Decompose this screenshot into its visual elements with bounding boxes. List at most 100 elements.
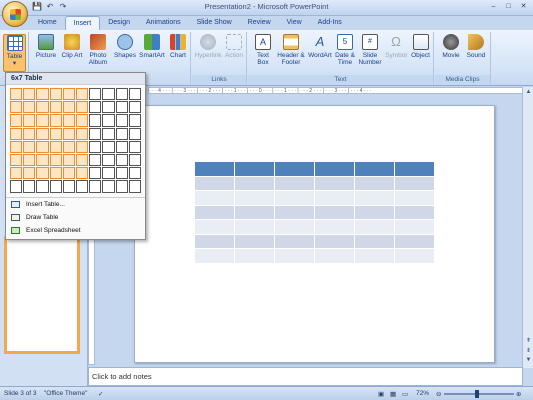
table-grid-cell[interactable]	[89, 167, 102, 180]
zoom-out-icon[interactable]: ⊖	[436, 390, 441, 398]
table-grid-cell[interactable]	[115, 153, 128, 167]
table-grid-cell[interactable]	[10, 88, 23, 101]
table-grid-cell[interactable]	[23, 127, 36, 140]
slide-thumbnail[interactable]	[4, 236, 80, 354]
table-grid-cell[interactable]	[102, 140, 115, 153]
table-grid-cell[interactable]	[10, 114, 23, 127]
table-grid-cell[interactable]	[89, 101, 102, 114]
table-grid-cell[interactable]	[89, 88, 102, 101]
notes-pane[interactable]: Click to add notes	[88, 367, 523, 386]
table-grid-cell[interactable]	[102, 167, 115, 180]
sound-button[interactable]: Sound	[464, 34, 488, 59]
zoom-slider[interactable]	[444, 393, 514, 395]
table-grid-cell[interactable]	[62, 114, 75, 127]
table-grid-cell[interactable]	[23, 114, 36, 127]
table-grid-cell[interactable]	[36, 180, 49, 193]
movie-button[interactable]: Movie	[439, 34, 463, 59]
tab-animations[interactable]: Animations	[138, 16, 189, 30]
table-grid-cell[interactable]	[75, 180, 89, 193]
table-grid-cell[interactable]	[49, 180, 62, 193]
table-grid-cell[interactable]	[62, 88, 75, 101]
next-slide-icon[interactable]: ⇟	[524, 347, 533, 354]
close-button[interactable]: ✕	[517, 1, 530, 12]
table-grid-cell[interactable]	[49, 101, 62, 114]
table-grid-cell[interactable]	[10, 127, 23, 140]
slide-number-button[interactable]: # Slide Number	[357, 34, 383, 66]
table-grid-cell[interactable]	[115, 127, 128, 140]
table-grid-cell[interactable]	[49, 114, 62, 127]
chart-button[interactable]: Chart	[167, 34, 189, 59]
table-grid-cell[interactable]	[23, 180, 36, 193]
table-grid-cell[interactable]	[102, 88, 115, 101]
table-grid-cell[interactable]	[36, 167, 49, 180]
slide-sorter-icon[interactable]: ▦	[390, 390, 396, 398]
table-grid-cell[interactable]	[75, 114, 89, 127]
table-grid-cell[interactable]	[115, 167, 128, 180]
symbol-button[interactable]: Ω Symbol	[384, 34, 408, 59]
tab-review[interactable]: Review	[240, 16, 279, 30]
previous-slide-icon[interactable]: ⇞	[524, 337, 533, 344]
vertical-scrollbar[interactable]: ▲ ⇞ ⇟ ▼	[522, 87, 533, 368]
table-grid-cell[interactable]	[62, 127, 75, 140]
table-grid-cell[interactable]	[115, 114, 128, 127]
photo-album-button[interactable]: Photo Album	[85, 34, 111, 66]
table-grid-cell[interactable]	[10, 180, 23, 193]
table-grid-cell[interactable]	[10, 140, 23, 153]
table-grid-cell[interactable]	[75, 127, 89, 140]
table-grid-cell[interactable]	[10, 153, 23, 167]
picture-button[interactable]: Picture	[33, 34, 59, 59]
clip-art-button[interactable]: Clip Art	[61, 34, 83, 59]
table-grid-cell[interactable]	[36, 153, 49, 167]
slide-table[interactable]	[194, 161, 435, 264]
table-button[interactable]: Table ▾	[3, 34, 26, 72]
table-grid-cell[interactable]	[115, 140, 128, 153]
table-grid-cell[interactable]	[89, 153, 102, 167]
table-grid-cell[interactable]	[36, 88, 49, 101]
table-grid-cell[interactable]	[102, 180, 115, 193]
table-grid-cell[interactable]	[115, 88, 128, 101]
table-grid-cell[interactable]	[62, 153, 75, 167]
scroll-up-icon[interactable]: ▲	[524, 89, 533, 95]
table-grid-cell[interactable]	[23, 101, 36, 114]
table-grid-cell[interactable]	[23, 167, 36, 180]
tab-design[interactable]: Design	[100, 16, 138, 30]
slide-show-icon[interactable]: ▭	[402, 390, 408, 398]
table-grid-cell[interactable]	[89, 114, 102, 127]
table-grid-cell[interactable]	[75, 140, 89, 153]
table-grid-cell[interactable]	[75, 88, 89, 101]
table-grid-cell[interactable]	[36, 140, 49, 153]
table-grid-cell[interactable]	[75, 153, 89, 167]
maximize-button[interactable]: □	[502, 1, 515, 12]
table-grid-cell[interactable]	[49, 127, 62, 140]
table-grid-cell[interactable]	[128, 153, 141, 167]
tab-insert[interactable]: Insert	[64, 16, 101, 30]
office-button[interactable]	[2, 1, 28, 27]
shapes-button[interactable]: Shapes	[113, 34, 137, 59]
action-button[interactable]: Action	[223, 34, 245, 59]
zoom-in-icon[interactable]: ⊕	[516, 390, 521, 398]
table-grid-cell[interactable]	[49, 153, 62, 167]
table-grid-cell[interactable]	[102, 127, 115, 140]
table-grid-cell[interactable]	[89, 127, 102, 140]
table-grid-cell[interactable]	[128, 140, 141, 153]
spelling-icon[interactable]: ✓	[98, 390, 103, 398]
hyperlink-button[interactable]: Hyperlink	[194, 34, 222, 59]
table-grid-cell[interactable]	[128, 180, 141, 193]
table-grid-cell[interactable]	[115, 101, 128, 114]
table-grid-cell[interactable]	[36, 114, 49, 127]
table-grid-cell[interactable]	[115, 180, 128, 193]
wordart-button[interactable]: A WordArt	[307, 34, 333, 59]
smartart-button[interactable]: SmartArt	[138, 34, 166, 59]
table-grid-cell[interactable]	[75, 167, 89, 180]
header-footer-button[interactable]: Header & Footer	[276, 34, 306, 66]
table-grid-cell[interactable]	[89, 180, 102, 193]
table-grid-cell[interactable]	[62, 101, 75, 114]
table-grid-cell[interactable]	[10, 101, 23, 114]
tab-slide-show[interactable]: Slide Show	[189, 16, 240, 30]
table-grid-cell[interactable]	[128, 127, 141, 140]
tab-add-ins[interactable]: Add-Ins	[310, 16, 350, 30]
scroll-down-icon[interactable]: ▼	[524, 357, 533, 363]
minimize-button[interactable]: –	[487, 1, 500, 12]
table-grid-cell[interactable]	[62, 180, 75, 193]
object-button[interactable]: Object	[409, 34, 432, 59]
